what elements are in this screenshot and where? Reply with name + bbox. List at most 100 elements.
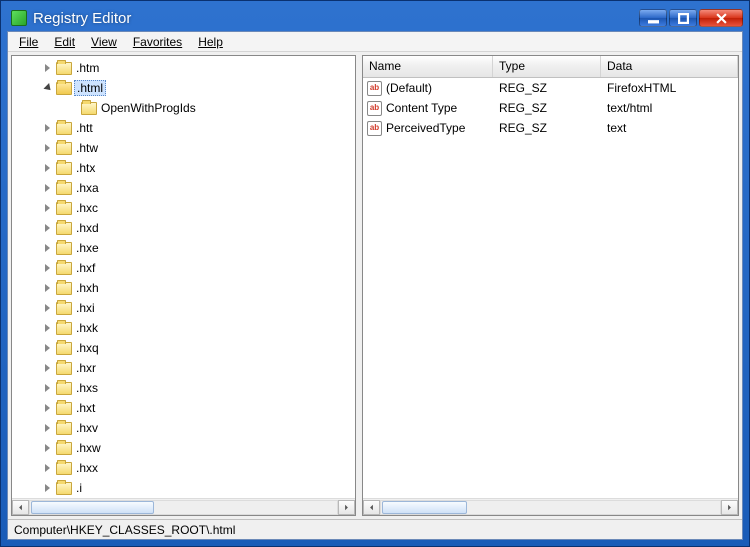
scroll-thumb[interactable] [382, 501, 467, 514]
tree-item[interactable]: .hxr [12, 358, 355, 378]
tree-item-label: .hxc [76, 201, 98, 215]
menu-edit[interactable]: Edit [47, 34, 82, 50]
tree-item-label: .hxw [76, 441, 101, 455]
chevron-right-icon[interactable] [42, 203, 52, 213]
list-row[interactable]: abContent TypeREG_SZtext/html [363, 98, 738, 118]
tree-item[interactable]: .hxx [12, 458, 355, 478]
string-value-icon: ab [367, 101, 382, 116]
tree-item[interactable]: OpenWithProgIds [12, 98, 355, 118]
tree-item[interactable]: .hxf [12, 258, 355, 278]
tree-item-label: .htm [76, 61, 99, 75]
tree-item[interactable]: .htw [12, 138, 355, 158]
value-data: text [601, 121, 738, 135]
column-header-data[interactable]: Data [601, 56, 738, 77]
scroll-left-button[interactable] [363, 500, 380, 515]
value-data: text/html [601, 101, 738, 115]
folder-icon [56, 462, 72, 475]
chevron-right-icon[interactable] [42, 283, 52, 293]
chevron-right-icon[interactable] [42, 243, 52, 253]
menu-view[interactable]: View [84, 34, 124, 50]
chevron-right-icon[interactable] [42, 183, 52, 193]
scroll-left-button[interactable] [12, 500, 29, 515]
chevron-right-icon[interactable] [42, 383, 52, 393]
tree-item-label: .hxh [76, 281, 99, 295]
close-button[interactable] [699, 9, 743, 27]
tree-item[interactable]: .hxe [12, 238, 355, 258]
list-hscrollbar[interactable] [363, 498, 738, 515]
tree-item[interactable]: .hxi [12, 298, 355, 318]
tree-item[interactable]: .i [12, 478, 355, 498]
chevron-right-icon[interactable] [42, 143, 52, 153]
statusbar: Computer\HKEY_CLASSES_ROOT\.html [8, 519, 742, 539]
scroll-track[interactable] [29, 500, 338, 515]
value-type: REG_SZ [493, 81, 601, 95]
scroll-thumb[interactable] [31, 501, 154, 514]
chevron-right-icon[interactable] [42, 443, 52, 453]
chevron-right-icon[interactable] [42, 423, 52, 433]
tree-item[interactable]: .hxv [12, 418, 355, 438]
chevron-right-icon[interactable] [42, 123, 52, 133]
scroll-right-button[interactable] [338, 500, 355, 515]
titlebar[interactable]: Registry Editor [5, 5, 745, 31]
scroll-right-button[interactable] [721, 500, 738, 515]
scroll-track[interactable] [380, 500, 721, 515]
minimize-button[interactable] [639, 9, 667, 27]
chevron-right-icon[interactable] [42, 463, 52, 473]
list-view[interactable]: ab(Default)REG_SZFirefoxHTMLabContent Ty… [363, 78, 738, 498]
tree-item[interactable]: .html [12, 78, 355, 98]
tree-item[interactable]: .hxs [12, 378, 355, 398]
column-header-name[interactable]: Name [363, 56, 493, 77]
folder-icon [56, 82, 72, 95]
tree-item[interactable]: .hxk [12, 318, 355, 338]
tree-item[interactable]: .hxq [12, 338, 355, 358]
menu-help[interactable]: Help [191, 34, 230, 50]
folder-icon [56, 162, 72, 175]
tree-view[interactable]: .htm .htmlOpenWithProgIds .htt .htw .htx .hxa… [12, 56, 355, 498]
tree-item[interactable]: .hxa [12, 178, 355, 198]
tree-hscrollbar[interactable] [12, 498, 355, 515]
tree-item-label: .htw [76, 141, 98, 155]
tree-item[interactable]: .hxc [12, 198, 355, 218]
chevron-right-icon[interactable] [42, 223, 52, 233]
chevron-right-icon[interactable] [42, 303, 52, 313]
tree-item[interactable]: .htx [12, 158, 355, 178]
folder-icon [56, 202, 72, 215]
tree-item[interactable]: .hxd [12, 218, 355, 238]
chevron-right-icon[interactable] [42, 263, 52, 273]
folder-icon [56, 362, 72, 375]
list-row[interactable]: abPerceivedTypeREG_SZtext [363, 118, 738, 138]
list-row[interactable]: ab(Default)REG_SZFirefoxHTML [363, 78, 738, 98]
window-controls [639, 9, 745, 27]
column-header-type[interactable]: Type [493, 56, 601, 77]
tree-item-label: .hxd [76, 221, 99, 235]
menu-file[interactable]: File [12, 34, 45, 50]
chevron-right-icon[interactable] [42, 63, 52, 73]
tree-item[interactable]: .htm [12, 58, 355, 78]
chevron-right-icon[interactable] [42, 323, 52, 333]
chevron-right-icon[interactable] [42, 163, 52, 173]
tree-item-label: .hxi [76, 301, 95, 315]
tree-pane: .htm .htmlOpenWithProgIds .htt .htw .htx .hxa… [11, 55, 356, 516]
chevron-right-icon[interactable] [42, 343, 52, 353]
chevron-right-icon[interactable] [42, 403, 52, 413]
tree-item[interactable]: .hxt [12, 398, 355, 418]
folder-icon [56, 342, 72, 355]
string-value-icon: ab [367, 121, 382, 136]
folder-icon [56, 142, 72, 155]
tree-item[interactable]: .htt [12, 118, 355, 138]
folder-icon [56, 122, 72, 135]
tree-item[interactable]: .hxh [12, 278, 355, 298]
tree-item[interactable]: .hxw [12, 438, 355, 458]
chevron-right-icon[interactable] [42, 363, 52, 373]
chevron-right-icon[interactable] [42, 483, 52, 493]
tree-item-label: .hxa [76, 181, 99, 195]
folder-icon [56, 322, 72, 335]
menu-favorites[interactable]: Favorites [126, 34, 189, 50]
tree-item-label: .hxf [76, 261, 95, 275]
folder-icon [56, 442, 72, 455]
maximize-button[interactable] [669, 9, 697, 27]
tree-item-label: .htt [76, 121, 93, 135]
tree-item-label: .hxr [76, 361, 96, 375]
chevron-down-icon[interactable] [42, 83, 52, 93]
folder-icon [56, 182, 72, 195]
